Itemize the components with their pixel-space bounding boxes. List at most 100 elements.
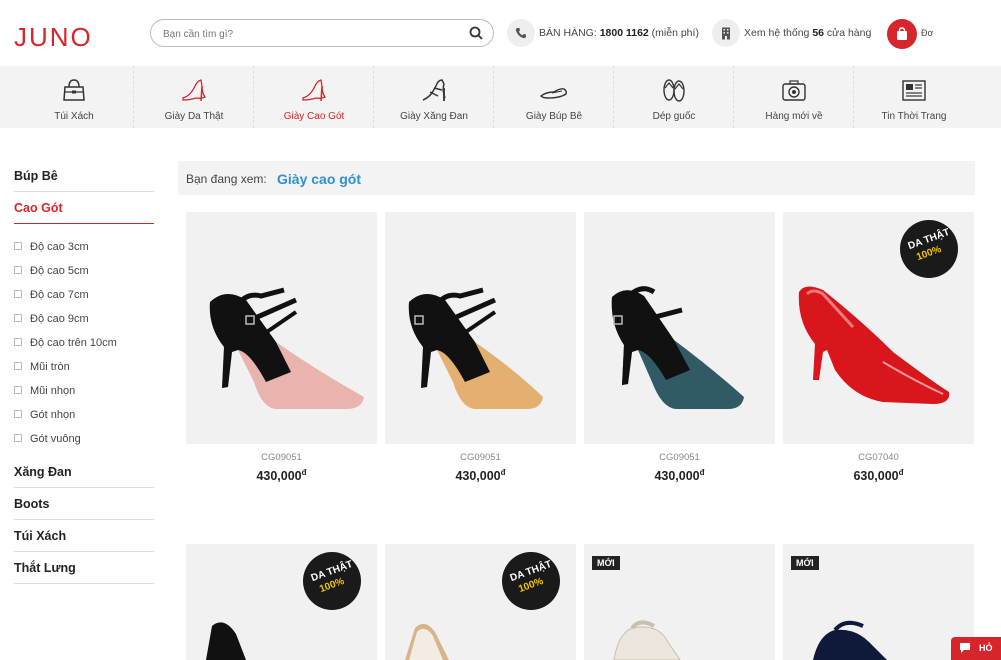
category-giay-da-that[interactable]: Giày Da Thật <box>134 66 254 128</box>
hotline-number: 1800 1162 <box>599 27 649 39</box>
filter-label: Gót vuông <box>30 433 81 445</box>
high-heel-shoe-image <box>209 287 364 409</box>
product-code: CG09051 <box>659 452 700 463</box>
leather-badge: DA THẬT 100% <box>900 220 958 278</box>
chat-label: HỎ <box>979 643 993 653</box>
price-value: 430,000 <box>455 469 501 484</box>
category-label: Dép guốc <box>652 111 696 122</box>
shopping-bag-icon <box>897 27 907 40</box>
category-label: Giày Da Thật <box>164 111 224 122</box>
product-image[interactable]: DA THẬT 100% <box>385 544 576 660</box>
filter-mui-nhon[interactable]: Mũi nhọn <box>14 385 75 397</box>
cart-label[interactable]: Đơ <box>921 28 933 38</box>
filter-mui-tron[interactable]: Mũi tròn <box>14 361 70 373</box>
sidebar-group-cao-got[interactable]: Cao Gót <box>14 201 154 224</box>
product-image[interactable] <box>385 212 576 444</box>
sidebar-group-xang-dan[interactable]: Xăng Đan <box>14 465 154 488</box>
checkbox[interactable] <box>14 338 22 346</box>
filter-label: Độ cao 7cm <box>30 289 89 301</box>
leather-badge: DA THẬT 100% <box>502 552 560 610</box>
product-image[interactable] <box>186 212 377 444</box>
price-value: 430,000 <box>654 469 700 484</box>
newspaper-icon <box>902 80 926 101</box>
category-giay-bup-be[interactable]: Giày Búp Bê <box>494 66 614 128</box>
chat-button[interactable]: HỎ <box>951 637 1001 660</box>
currency-symbol: đ <box>699 468 705 477</box>
product-price: 430,000đ <box>385 468 576 483</box>
filter-label: Gót nhọn <box>30 409 76 421</box>
product-price: 430,000đ <box>186 468 377 483</box>
currency-symbol: đ <box>301 468 307 477</box>
hotline-text[interactable]: BÁN HÀNG: 1800 1162 (miễn phí) <box>539 27 699 39</box>
breadcrumb: Bạn đang xem: Giày cao gót <box>178 161 975 195</box>
phone-icon <box>507 19 535 47</box>
hotline-note: (miễn phí) <box>651 27 699 39</box>
search-box[interactable] <box>150 19 494 47</box>
category-label: Hàng mới về <box>765 111 823 122</box>
checkbox[interactable] <box>14 266 22 274</box>
price-value: 430,000 <box>256 469 302 484</box>
filter-label: Độ cao 3cm <box>30 241 89 253</box>
filter-do-cao-9cm[interactable]: Độ cao 9cm <box>14 313 89 325</box>
sidebar-group-that-lung[interactable]: Thắt Lưng <box>14 561 154 584</box>
product-code: CG09051 <box>460 452 501 463</box>
category-giay-cao-got[interactable]: Giày Cao Gót <box>254 66 374 128</box>
category-label: Giày Búp Bê <box>525 111 583 122</box>
site-header: JUNO BÁN HÀNG: 1800 1162 (miễn phí) Xem … <box>0 0 1001 66</box>
checkbox[interactable] <box>14 410 22 418</box>
high-heel-shoe-image <box>408 287 543 409</box>
checkbox[interactable] <box>14 314 22 322</box>
product-code: CG07040 <box>858 452 899 463</box>
product-image[interactable]: MỚI <box>584 544 775 660</box>
product-image[interactable]: DA THẬT 100% <box>186 544 377 660</box>
category-giay-xang-dan[interactable]: Giày Xăng Đan <box>374 66 494 128</box>
sidebar-group-bup-be[interactable]: Búp Bê <box>14 169 154 192</box>
category-label: Tin Thời Trang <box>881 111 947 122</box>
stores-post: cửa hàng <box>826 27 872 39</box>
category-hang-moi-ve[interactable]: Hàng mới về <box>734 66 854 128</box>
filter-got-nhon[interactable]: Gót nhọn <box>14 409 75 421</box>
stores-pre: Xem hệ thống <box>744 27 810 39</box>
store-system-link[interactable]: Xem hệ thống 56 cửa hàng <box>744 27 871 39</box>
search-icon[interactable] <box>469 26 483 40</box>
product-image[interactable]: MỚI <box>783 544 974 660</box>
checkbox[interactable] <box>14 386 22 394</box>
checkbox[interactable] <box>14 290 22 298</box>
breadcrumb-current[interactable]: Giày cao gót <box>277 171 361 187</box>
search-input[interactable] <box>163 25 463 43</box>
product-code: CG09051 <box>261 452 302 463</box>
filter-do-cao-7cm[interactable]: Độ cao 7cm <box>14 289 89 301</box>
currency-symbol: đ <box>898 468 904 477</box>
filter-do-cao-3cm[interactable]: Độ cao 3cm <box>14 241 89 253</box>
store-icon <box>712 19 740 47</box>
product-price: 430,000đ <box>584 468 775 483</box>
filter-label: Mũi nhọn <box>30 385 76 397</box>
high-heel-icon <box>302 79 326 102</box>
product-image[interactable] <box>584 212 775 444</box>
category-tin-thoi-trang[interactable]: Tin Thời Trang <box>854 66 974 128</box>
category-tui-xach[interactable]: Túi Xách <box>14 66 134 128</box>
sidebar-group-boots[interactable]: Boots <box>14 497 154 520</box>
product-image[interactable]: DA THẬT 100% <box>783 212 974 444</box>
breadcrumb-prefix: Bạn đang xem: <box>186 172 267 186</box>
filter-got-vuong[interactable]: Gót vuông <box>14 433 81 445</box>
flip-flop-icon <box>663 79 685 102</box>
filter-do-cao-tren-10cm[interactable]: Độ cao trên 10cm <box>14 337 117 349</box>
cart-button[interactable] <box>887 19 917 49</box>
sidebar-group-tui-xach[interactable]: Túi Xách <box>14 529 154 552</box>
checkbox[interactable] <box>14 242 22 250</box>
category-dep-guoc[interactable]: Dép guốc <box>614 66 734 128</box>
handbag-icon <box>63 79 85 101</box>
filter-label: Mũi tròn <box>30 361 70 373</box>
product-price: 630,000đ <box>783 468 974 483</box>
category-nav: Túi Xách Giày Da Thật Giày Cao Gót Giày … <box>0 66 1001 128</box>
checkbox[interactable] <box>14 434 22 442</box>
filter-do-cao-5cm[interactable]: Độ cao 5cm <box>14 265 89 277</box>
filter-label: Độ cao trên 10cm <box>30 337 117 349</box>
juno-logo[interactable]: JUNO <box>14 22 93 53</box>
stores-count: 56 <box>812 27 824 39</box>
filter-label: Độ cao 5cm <box>30 265 89 277</box>
checkbox[interactable] <box>14 362 22 370</box>
chat-bubble-icon <box>960 643 970 653</box>
sandal-icon <box>422 79 446 101</box>
